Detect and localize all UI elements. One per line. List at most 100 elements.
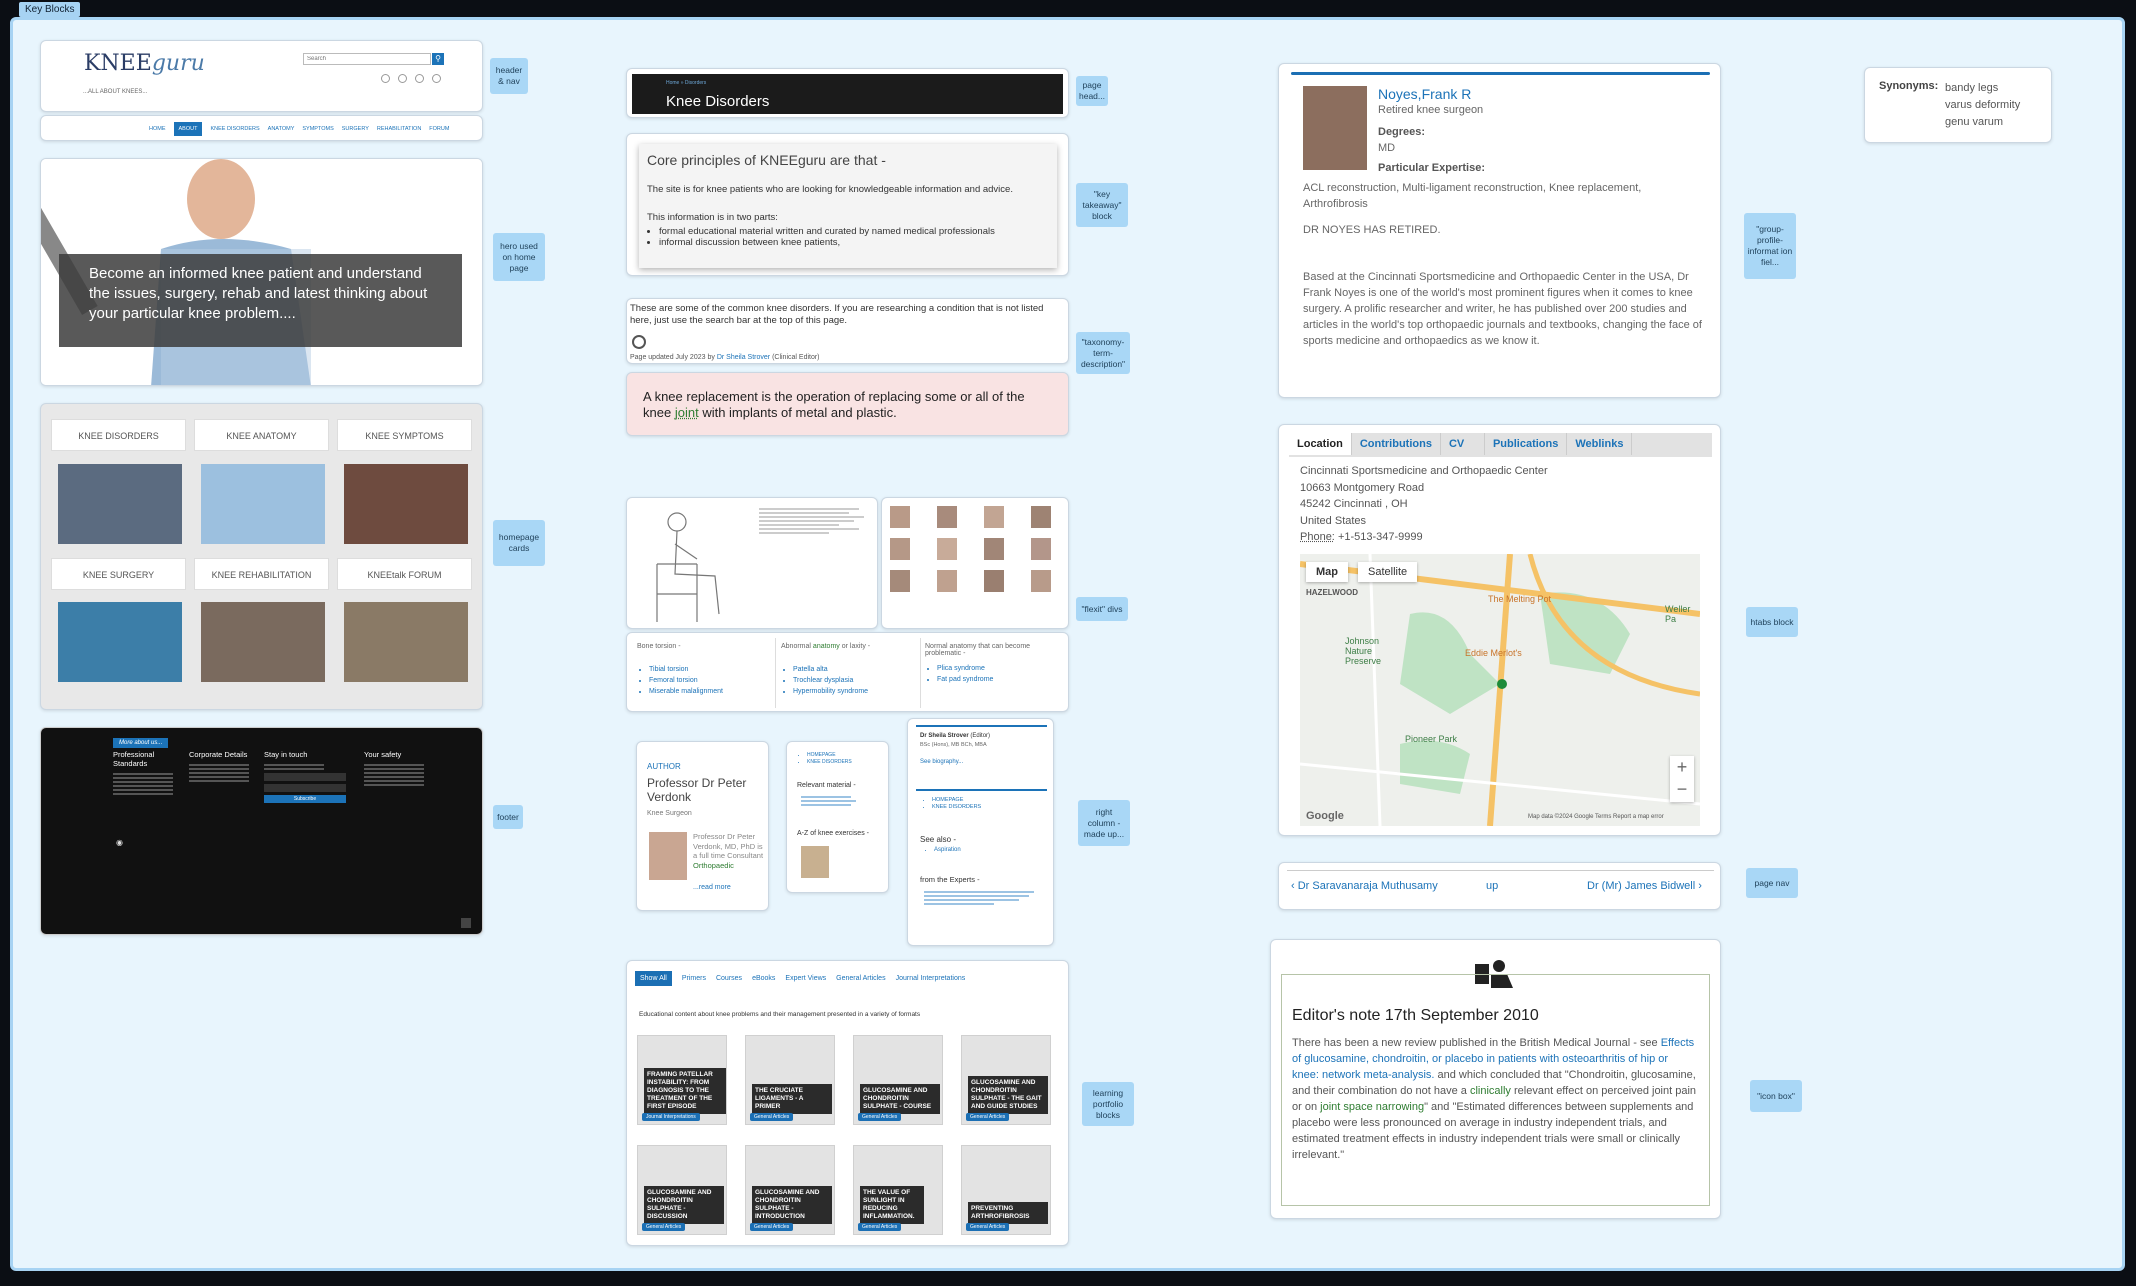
list-item[interactable]: Miserable malalignment bbox=[649, 686, 777, 697]
see-bio-link[interactable]: See biography... bbox=[920, 759, 963, 765]
list-item[interactable]: HOMEPAGE bbox=[932, 797, 981, 804]
nav-home[interactable]: HOME bbox=[149, 126, 166, 132]
map-attribution[interactable]: Map data ©2024 Google Terms Report a map… bbox=[1528, 814, 1664, 820]
list-item[interactable]: Patella alta bbox=[793, 664, 921, 675]
breadcrumb[interactable]: Home » Disorders bbox=[666, 80, 706, 86]
card-image-surgery[interactable] bbox=[58, 602, 182, 682]
flexit-head-link[interactable]: anatomy bbox=[813, 643, 840, 650]
author-bio-link[interactable]: Orthopaedic bbox=[693, 861, 734, 870]
list-item[interactable]: Aspiration bbox=[934, 847, 961, 853]
back-to-top-icon[interactable] bbox=[461, 918, 471, 928]
avatar[interactable] bbox=[937, 506, 957, 528]
avatar[interactable] bbox=[937, 538, 957, 560]
read-more-link[interactable]: ...read more bbox=[693, 884, 731, 891]
nav-about[interactable]: ABOUT bbox=[173, 122, 203, 136]
card-label-disorders[interactable]: KNEE DISORDERS bbox=[51, 419, 186, 451]
avatar[interactable] bbox=[1031, 506, 1051, 528]
card-image-symptoms[interactable] bbox=[344, 464, 468, 544]
map-type-satellite[interactable]: Satellite bbox=[1358, 562, 1418, 582]
twitter-icon[interactable] bbox=[381, 74, 390, 83]
tab-primers[interactable]: Primers bbox=[682, 975, 706, 982]
editor-link[interactable]: Dr Sheila Strover bbox=[717, 354, 770, 361]
tab-journal-interpretations[interactable]: Journal Interpretations bbox=[896, 975, 966, 982]
card-label-rehabilitation[interactable]: KNEE REHABILITATION bbox=[194, 558, 329, 590]
list-item[interactable]: Plica syndrome bbox=[937, 663, 1065, 674]
portfolio-item[interactable]: THE VALUE OF SUNLIGHT IN REDUCING INFLAM… bbox=[853, 1145, 943, 1235]
tab-cv[interactable]: CV bbox=[1441, 433, 1485, 455]
clinically-link[interactable]: clinically bbox=[1470, 1085, 1511, 1097]
nav-anatomy[interactable]: ANATOMY bbox=[268, 126, 295, 132]
list-item[interactable]: Tibial torsion bbox=[649, 664, 777, 675]
portfolio-item[interactable]: THE CRUCIATE LIGAMENTS - A PRIMER General… bbox=[745, 1035, 835, 1125]
zoom-out-icon[interactable]: − bbox=[1670, 778, 1694, 800]
list-item[interactable]: Femoral torsion bbox=[649, 675, 777, 686]
card-image-rehabilitation[interactable] bbox=[201, 602, 325, 682]
portfolio-item[interactable]: PREVENTING ARTHROFIBROSIS General Article… bbox=[961, 1145, 1051, 1235]
search-input[interactable] bbox=[303, 53, 431, 65]
portfolio-item[interactable]: GLUCOSAMINE AND CHONDROITIN SULPHATE - D… bbox=[637, 1145, 727, 1235]
definition-link[interactable]: joint bbox=[675, 405, 699, 420]
phone-value[interactable]: +1-513-347-9999 bbox=[1338, 531, 1423, 543]
avatar[interactable] bbox=[890, 506, 910, 528]
tab-location[interactable]: Location bbox=[1289, 433, 1352, 455]
prev-profile-link[interactable]: ‹ Dr Saravanaraja Muthusamy bbox=[1291, 880, 1438, 892]
tab-weblinks[interactable]: Weblinks bbox=[1567, 433, 1633, 455]
portfolio-item[interactable]: FRAMING PATELLAR INSTABILITY: FROM DIAGN… bbox=[637, 1035, 727, 1125]
list-item[interactable]: KNEE DISORDERS bbox=[807, 759, 852, 766]
card-label-anatomy[interactable]: KNEE ANATOMY bbox=[194, 419, 329, 451]
avatar[interactable] bbox=[1031, 538, 1051, 560]
portfolio-item[interactable]: GLUCOSAMINE AND CHONDROITIN SULPHATE - T… bbox=[961, 1035, 1051, 1125]
list-item[interactable]: Hypermobility syndrome bbox=[793, 686, 921, 697]
avatar[interactable] bbox=[984, 506, 1004, 528]
author-avatar[interactable] bbox=[649, 832, 687, 880]
avatar[interactable] bbox=[1031, 570, 1051, 592]
rss-icon[interactable]: ◉ bbox=[116, 838, 123, 847]
list-item[interactable]: Fat pad syndrome bbox=[937, 674, 1065, 685]
tab-general-articles[interactable]: General Articles bbox=[836, 975, 885, 982]
search-icon[interactable]: ⚲ bbox=[432, 53, 444, 65]
profile-photo[interactable] bbox=[1303, 86, 1367, 170]
footer-name-input[interactable] bbox=[264, 773, 346, 781]
zoom-in-icon[interactable]: + bbox=[1670, 756, 1694, 778]
site-logo[interactable]: KNEEguru bbox=[84, 51, 205, 76]
exercise-thumb[interactable] bbox=[801, 846, 829, 878]
avatar[interactable] bbox=[984, 538, 1004, 560]
next-profile-link[interactable]: Dr (Mr) James Bidwell › bbox=[1587, 880, 1702, 892]
map-type-map[interactable]: Map bbox=[1306, 562, 1348, 582]
footer-email-input[interactable] bbox=[264, 784, 346, 792]
tab-contributions[interactable]: Contributions bbox=[1352, 433, 1441, 455]
youtube-icon[interactable] bbox=[415, 74, 424, 83]
nav-knee-disorders[interactable]: KNEE DISORDERS bbox=[210, 126, 259, 132]
tab-show-all[interactable]: Show All bbox=[635, 971, 672, 986]
card-image-disorders[interactable] bbox=[58, 464, 182, 544]
nav-rehabilitation[interactable]: REHABILITATION bbox=[377, 126, 421, 132]
card-label-forum[interactable]: KNEEtalk FORUM bbox=[337, 558, 472, 590]
nav-surgery[interactable]: SURGERY bbox=[342, 126, 369, 132]
avatar[interactable] bbox=[984, 570, 1004, 592]
nav-forum[interactable]: FORUM bbox=[429, 126, 449, 132]
portfolio-item[interactable]: GLUCOSAMINE AND CHONDROITIN SULPHATE - I… bbox=[745, 1145, 835, 1235]
tab-courses[interactable]: Courses bbox=[716, 975, 742, 982]
list-item[interactable]: HOMEPAGE bbox=[807, 752, 852, 759]
joint-space-link[interactable]: joint space narrowing bbox=[1320, 1101, 1424, 1113]
list-item[interactable]: KNEE DISORDERS bbox=[932, 804, 981, 811]
avatar[interactable] bbox=[890, 570, 910, 592]
pinterest-icon[interactable] bbox=[432, 74, 441, 83]
up-link[interactable]: up bbox=[1486, 880, 1498, 892]
author-name[interactable]: Professor Dr Peter Verdonk bbox=[647, 776, 762, 804]
portfolio-item[interactable]: GLUCOSAMINE AND CHONDROITIN SULPHATE - C… bbox=[853, 1035, 943, 1125]
facebook-icon[interactable] bbox=[398, 74, 407, 83]
card-image-forum[interactable] bbox=[344, 602, 468, 682]
card-image-anatomy[interactable] bbox=[201, 464, 325, 544]
nav-symptoms[interactable]: SYMPTOMS bbox=[302, 126, 333, 132]
list-item[interactable]: Trochlear dysplasia bbox=[793, 675, 921, 686]
avatar[interactable] bbox=[890, 538, 910, 560]
map-embed[interactable]: Map Satellite HAZELWOOD Johnson Nature P… bbox=[1300, 554, 1700, 826]
avatar[interactable] bbox=[937, 570, 957, 592]
tab-publications[interactable]: Publications bbox=[1485, 433, 1568, 455]
subscribe-button[interactable]: Subscribe bbox=[264, 795, 346, 803]
card-label-symptoms[interactable]: KNEE SYMPTOMS bbox=[337, 419, 472, 451]
tab-expert-views[interactable]: Expert Views bbox=[785, 975, 826, 982]
tab-ebooks[interactable]: eBooks bbox=[752, 975, 775, 982]
card-label-surgery[interactable]: KNEE SURGERY bbox=[51, 558, 186, 590]
